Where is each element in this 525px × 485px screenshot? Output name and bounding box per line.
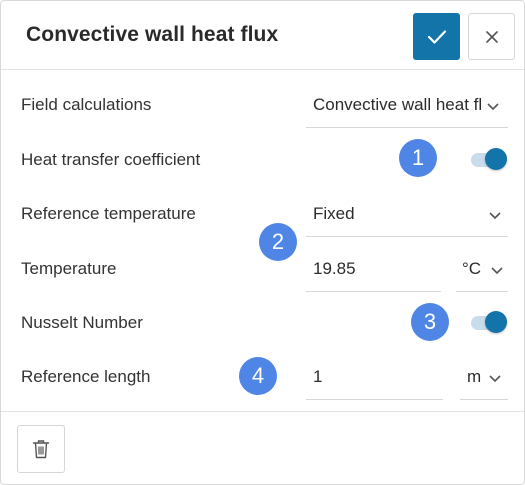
step-badge-1: 1 [399, 139, 437, 177]
chevron-down-icon [491, 267, 503, 275]
trash-icon [32, 440, 50, 459]
reference-temperature-label: Reference temperature [21, 204, 196, 223]
step-badge-3: 3 [411, 303, 449, 341]
nusselt-number-toggle[interactable] [471, 311, 509, 333]
toggle-knob [485, 148, 507, 170]
temperature-unit: °C [462, 259, 482, 278]
heat-transfer-coefficient-toggle[interactable] [471, 148, 509, 170]
heat-transfer-coefficient-label: Heat transfer coefficient [21, 150, 201, 169]
nusselt-number-label: Nusselt Number [21, 313, 143, 332]
temperature-unit-select[interactable]: °C [456, 249, 508, 292]
field-calculations-label: Field calculations [21, 95, 152, 114]
temperature-value: 19.85 [313, 259, 356, 278]
panel-title: Convective wall heat flux [26, 23, 279, 46]
field-calculations-select[interactable]: Convective wall heat flux [306, 85, 508, 128]
chevron-down-icon [489, 212, 501, 220]
convective-wall-heat-flux-panel: Convective wall heat flux Field calculat… [0, 0, 525, 485]
delete-button[interactable] [17, 425, 65, 473]
check-icon [427, 29, 446, 44]
temperature-label: Temperature [21, 259, 117, 278]
toggle-knob [485, 311, 507, 333]
panel-header: Convective wall heat flux [1, 1, 524, 70]
confirm-button[interactable] [413, 13, 460, 60]
reference-length-value: 1 [313, 367, 323, 386]
chevron-down-icon [487, 103, 499, 111]
footer-divider [1, 411, 524, 412]
field-calculations-value: Convective wall heat flux [313, 95, 483, 114]
close-button[interactable] [468, 13, 515, 60]
step-badge-2: 2 [259, 223, 297, 261]
reference-length-input[interactable]: 1 [306, 357, 443, 400]
step-badge-4: 4 [239, 357, 277, 395]
reference-length-unit: m [467, 367, 482, 386]
close-icon [485, 30, 498, 43]
reference-length-unit-select[interactable]: m [460, 357, 508, 400]
chevron-down-icon [489, 375, 501, 383]
temperature-input[interactable]: 19.85 [306, 249, 441, 292]
reference-temperature-select[interactable]: Fixed [306, 194, 508, 237]
reference-length-label: Reference length [21, 367, 151, 386]
reference-temperature-value: Fixed [313, 204, 355, 223]
